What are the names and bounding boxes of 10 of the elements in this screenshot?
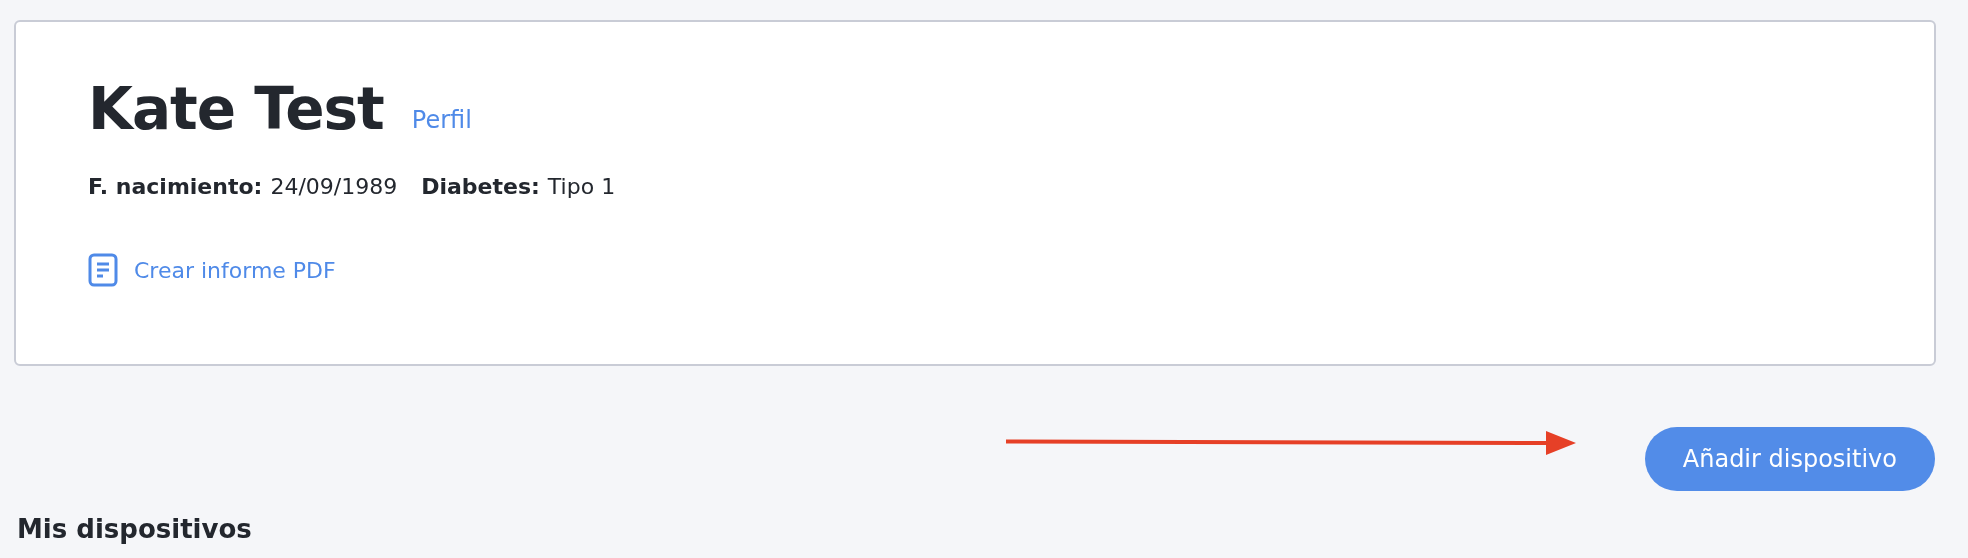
section-heading: Mis dispositivos [17,514,252,546]
field-value: Tipo 1 [547,173,616,201]
document-icon [88,253,118,287]
field-label: F. nacimiento: [88,173,263,201]
report-link[interactable]: Crear informe PDF [134,253,336,287]
field-label: Diabetes: [421,173,540,201]
patient-name: Kate Test [88,80,384,138]
profile-link[interactable]: Perfil [411,102,472,138]
field-value: 24/09/1989 [270,173,398,201]
add-device-button[interactable]: Añadir dispositivo [1644,427,1935,491]
